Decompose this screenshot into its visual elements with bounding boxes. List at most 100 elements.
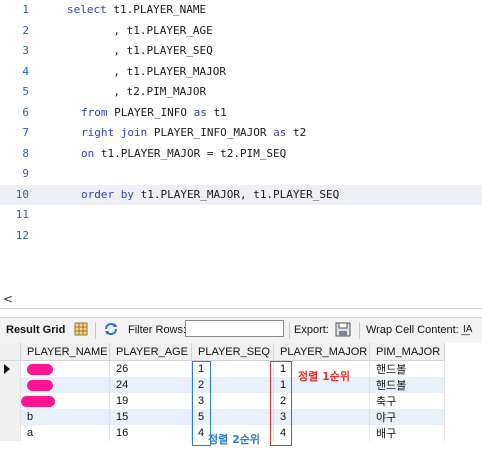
editor-line[interactable]: 1 select t1.PLAYER_NAME xyxy=(0,0,482,20)
code-text: order by t1.PLAYER_MAJOR, t1.PLAYER_SEQ xyxy=(81,188,339,201)
code-text: from PLAYER_INFO as t1 xyxy=(81,106,227,119)
cell-age[interactable]: 16 xyxy=(109,425,192,441)
cell-age[interactable]: 19 xyxy=(109,393,192,409)
table-row[interactable]: 24 2 1 핸드볼 xyxy=(0,377,445,393)
column-header-player-seq[interactable]: PLAYER_SEQ xyxy=(191,343,274,361)
cell-value: 26 xyxy=(116,363,129,375)
editor-line[interactable]: 3 , t1.PLAYER_SEQ xyxy=(0,41,482,61)
table-row[interactable]: 26 1 1 핸드볼 xyxy=(0,360,445,377)
cell-value: 축구 xyxy=(376,396,397,408)
cell-pim[interactable]: 핸드볼 xyxy=(369,360,445,377)
cell-value: 15 xyxy=(116,411,129,423)
table-row[interactable]: 19 3 2 축구 xyxy=(0,393,445,409)
column-header-player-major[interactable]: PLAYER_MAJOR xyxy=(273,343,370,361)
editor-line[interactable]: 9 xyxy=(0,164,482,184)
editor-line[interactable]: 2 , t1.PLAYER_AGE xyxy=(0,21,482,41)
grid-view-icon[interactable] xyxy=(74,322,88,339)
line-number: 1 xyxy=(22,3,29,16)
line-number: 6 xyxy=(22,105,29,119)
cell-age[interactable]: 26 xyxy=(109,360,192,377)
column-header-player-age[interactable]: PLAYER_AGE xyxy=(109,343,192,361)
cell-value: 야구 xyxy=(376,412,397,424)
row-header[interactable] xyxy=(0,409,21,425)
wrap-cell-content-label: Wrap Cell Content: xyxy=(366,324,459,336)
sql-keyword: order by xyxy=(81,187,134,201)
cell-value: 19 xyxy=(116,395,129,407)
code-text: select t1.PLAYER_NAME xyxy=(67,3,206,16)
row-header[interactable] xyxy=(0,360,21,377)
sql-editor[interactable]: 1 select t1.PLAYER_NAME 2 , t1.PLAYER_AGE 3… xyxy=(0,0,482,262)
sql-token: , t1.PLAYER_AGE xyxy=(67,23,213,37)
cell-pim[interactable]: 배구 xyxy=(369,425,445,441)
result-grid-tab[interactable]: Result Grid xyxy=(6,324,65,336)
cell-value: 16 xyxy=(116,427,129,439)
sql-token: t2 xyxy=(286,126,307,139)
editor-line[interactable]: 10 order by t1.PLAYER_MAJOR, t1.PLAYER_SE… xyxy=(0,184,482,205)
line-number: 10 xyxy=(15,187,29,201)
sql-token: PLAYER_INFO xyxy=(107,105,194,119)
line-number: 8 xyxy=(22,146,29,160)
cell-name[interactable] xyxy=(20,393,110,409)
sql-token: t1 xyxy=(206,105,227,119)
sql-token: , t2.PIM_MAJOR xyxy=(67,85,207,98)
scroll-left-icon[interactable]: < xyxy=(3,292,13,306)
cell-name[interactable]: a xyxy=(20,425,110,441)
filter-rows-label: Filter Rows: xyxy=(128,324,187,336)
editor-line[interactable]: 5 , t2.PIM_MAJOR xyxy=(0,82,482,102)
line-number: 11 xyxy=(15,208,29,221)
row-header[interactable] xyxy=(0,393,21,409)
editor-line[interactable]: 4 , t1.PLAYER_MAJOR xyxy=(0,62,482,82)
wrap-cell-content-icon[interactable]: I͟A xyxy=(463,324,472,335)
sort-priority-1-label: 정렬 1순위 xyxy=(298,370,350,383)
current-row-icon xyxy=(4,364,10,374)
filter-rows-input[interactable] xyxy=(185,320,284,337)
editor-line[interactable]: 12 xyxy=(0,226,482,246)
column-header-player-name[interactable]: PLAYER_NAME xyxy=(20,343,110,361)
code-text: on t1.PLAYER_MAJOR = t2.PIM_SEQ xyxy=(81,147,286,160)
cell-value: b xyxy=(27,411,34,423)
editor-line[interactable]: 7 right join PLAYER_INFO_MAJOR as t2 xyxy=(0,123,482,143)
sql-token: PLAYER_INFO_MAJOR xyxy=(147,126,274,139)
row-header[interactable] xyxy=(0,425,21,441)
sql-keyword: from xyxy=(81,105,108,119)
cell-name[interactable]: b xyxy=(20,409,110,425)
editor-line[interactable]: 6 from PLAYER_INFO as t1 xyxy=(0,103,482,123)
cell-name[interactable] xyxy=(20,360,110,377)
redaction-mark xyxy=(27,363,53,375)
cell-value: a xyxy=(27,427,34,439)
cell-value: 핸드볼 xyxy=(376,380,407,392)
sql-token: t1.PLAYER_MAJOR = t2.PIM_SEQ xyxy=(94,146,287,160)
editor-line[interactable]: 11 xyxy=(0,205,482,225)
result-toolbar: Result Grid Filter Rows: Export: Wrap Ce… xyxy=(0,317,482,344)
result-grid: PLAYER_NAME PLAYER_AGE PLAYER_SEQ PLAYER… xyxy=(0,343,482,455)
code-text: , t2.PIM_MAJOR xyxy=(67,85,206,98)
cell-pim[interactable]: 축구 xyxy=(369,393,445,409)
row-header-corner xyxy=(0,343,21,361)
cell-pim[interactable]: 야구 xyxy=(369,409,445,425)
refresh-icon[interactable] xyxy=(103,322,119,339)
line-number: 7 xyxy=(22,126,29,139)
cell-pim[interactable]: 핸드볼 xyxy=(369,377,445,393)
cell-value: 24 xyxy=(116,379,129,391)
editor-line[interactable]: 8 on t1.PLAYER_MAJOR = t2.PIM_SEQ xyxy=(0,144,482,164)
sql-keyword: on xyxy=(81,146,95,160)
table-row[interactable]: b 15 5 3 야구 xyxy=(0,409,445,425)
cell-age[interactable]: 15 xyxy=(109,409,192,425)
line-number: 2 xyxy=(22,23,29,37)
editor-horizontal-scrollbar[interactable]: < xyxy=(0,292,482,309)
code-text: , t1.PLAYER_MAJOR xyxy=(67,65,226,78)
row-header[interactable] xyxy=(0,377,21,393)
line-number: 3 xyxy=(22,44,29,57)
redaction-mark xyxy=(21,395,55,407)
sql-token: , t1.PLAYER_SEQ xyxy=(67,44,213,57)
sql-keyword: join xyxy=(120,126,148,139)
line-number: 12 xyxy=(15,228,29,242)
code-text: , t1.PLAYER_AGE xyxy=(67,23,213,37)
sql-token: t1.PLAYER_NAME xyxy=(106,3,207,16)
cell-name[interactable] xyxy=(20,377,110,393)
sql-token: , t1.PLAYER_MAJOR xyxy=(67,64,226,78)
column-header-pim-major[interactable]: PIM_MAJOR xyxy=(369,343,445,361)
cell-age[interactable]: 24 xyxy=(109,377,192,393)
export-icon[interactable] xyxy=(334,321,352,341)
code-text: right join PLAYER_INFO_MAJOR as t2 xyxy=(81,126,306,139)
